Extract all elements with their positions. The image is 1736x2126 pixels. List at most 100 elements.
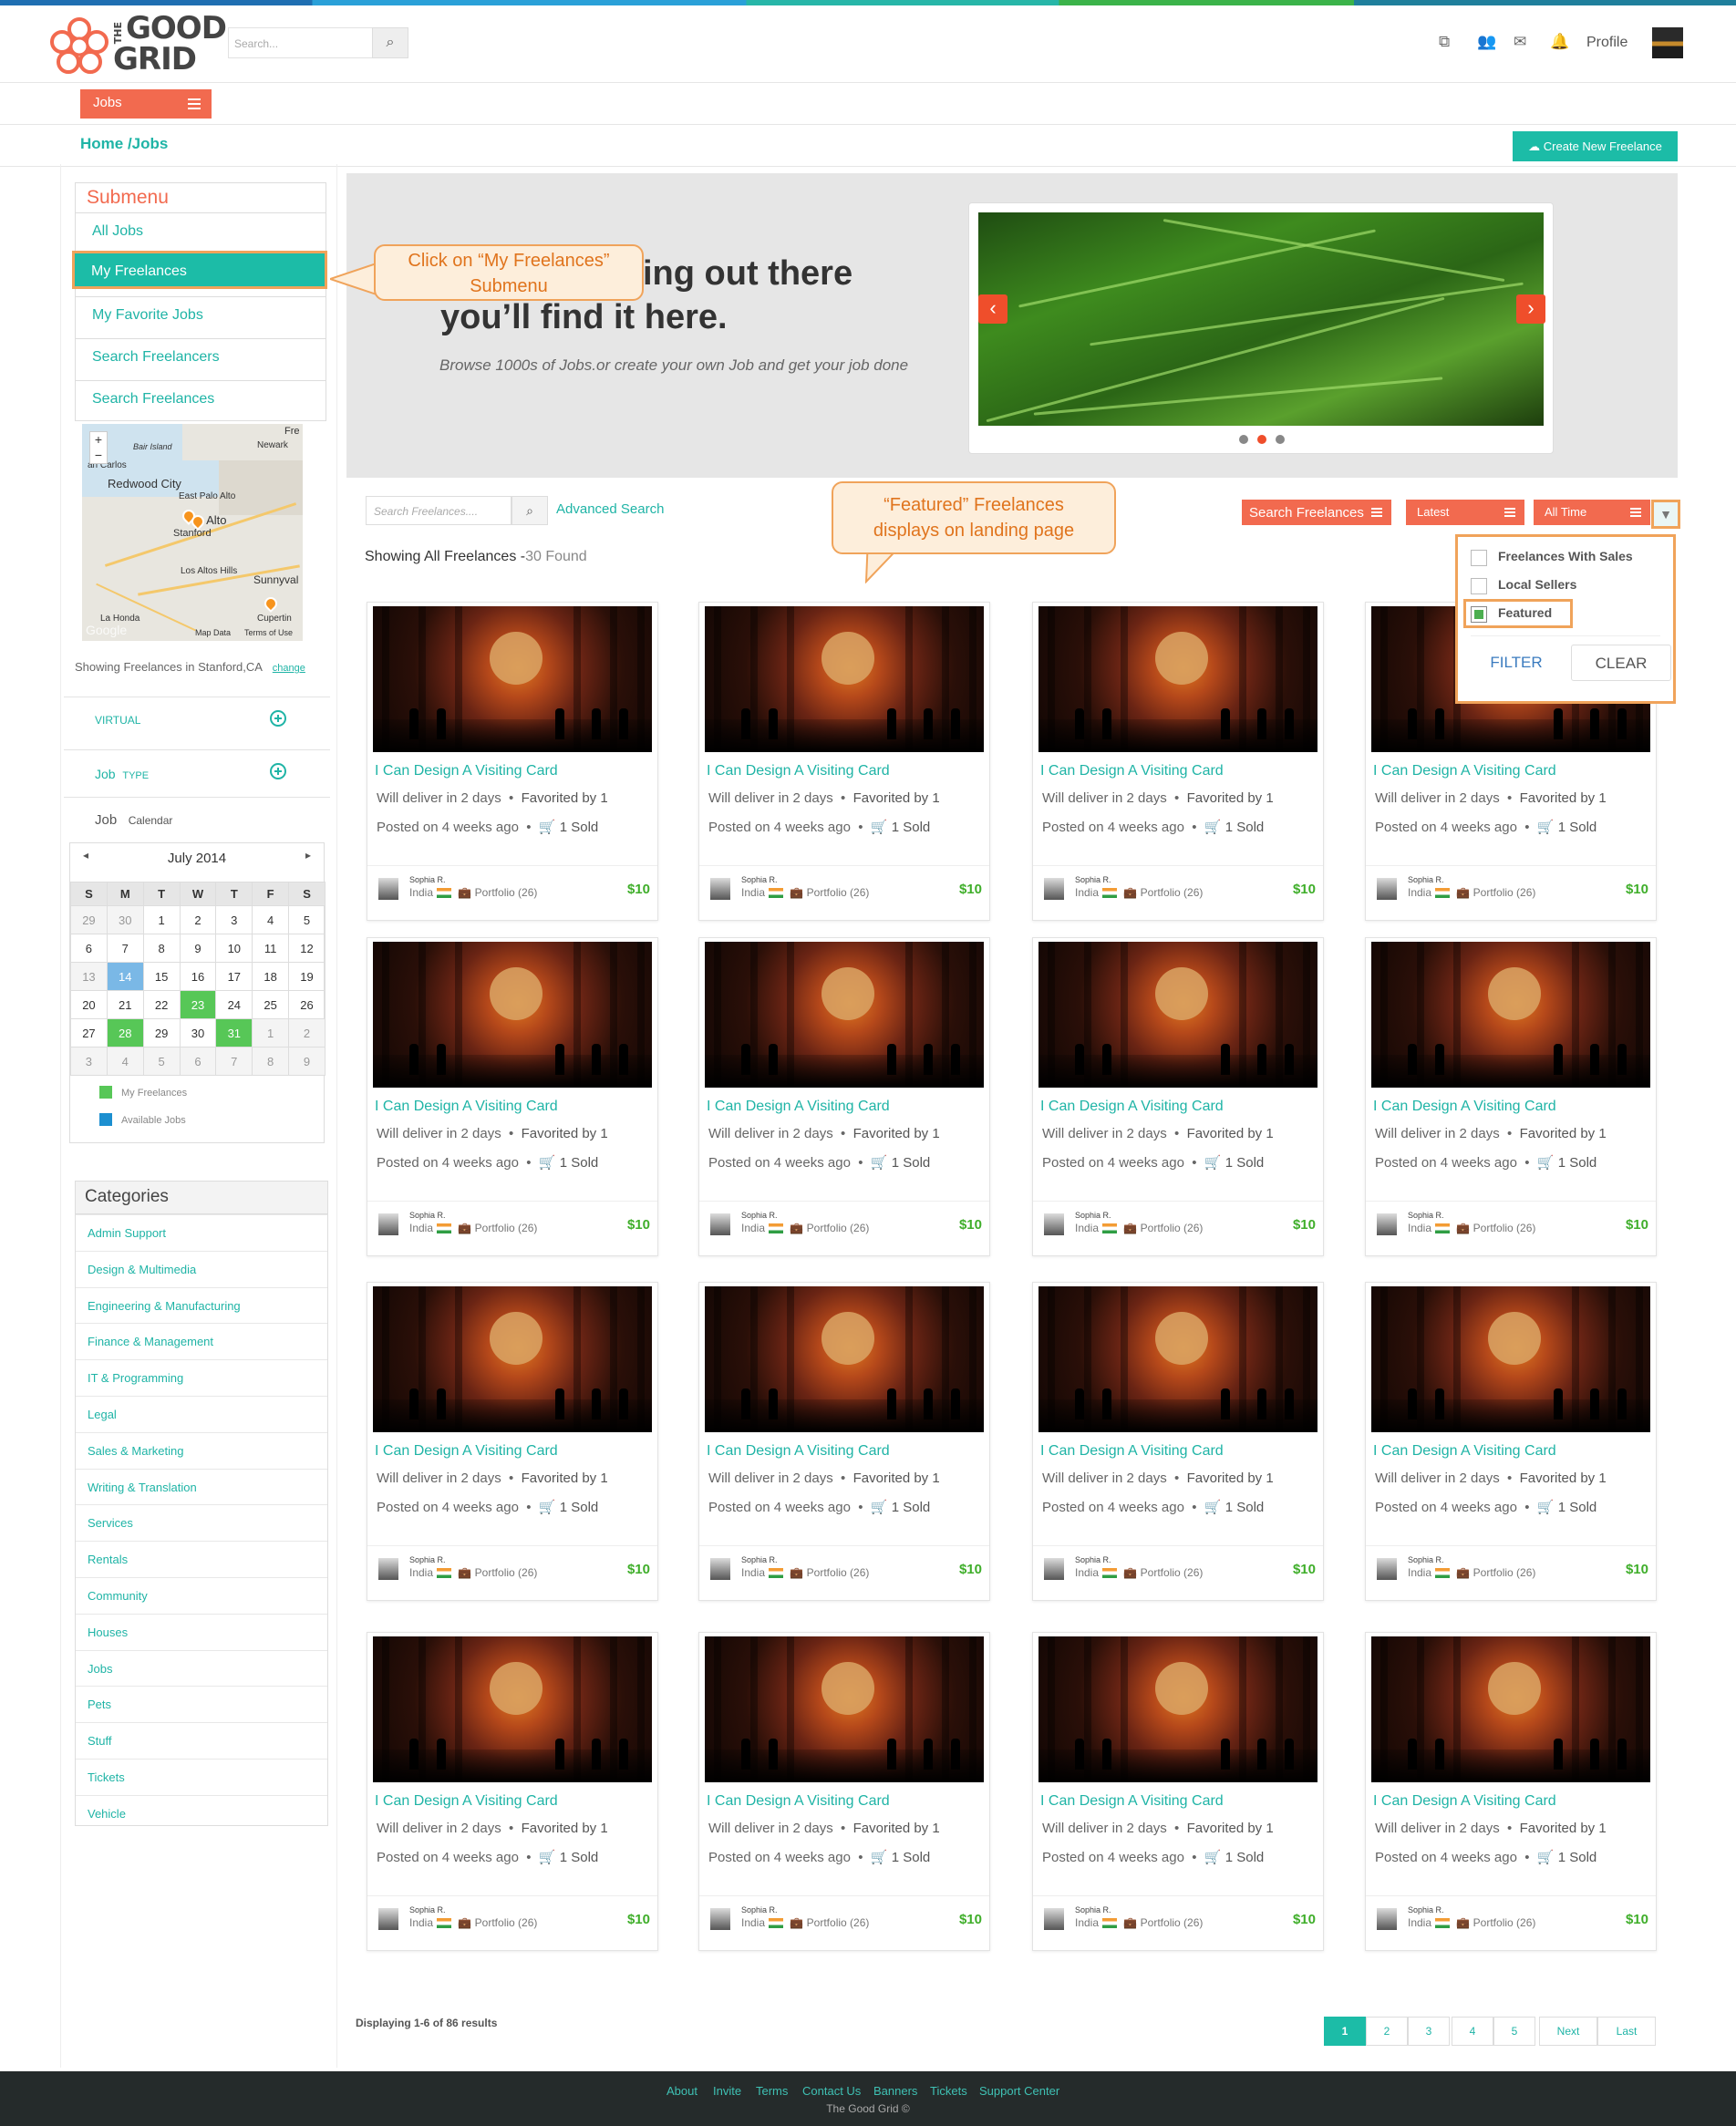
submenu-item-search-freelancers[interactable]: Search Freelancers <box>76 338 326 377</box>
card-image[interactable] <box>1371 942 1650 1088</box>
calendar-day[interactable]: 3 <box>215 905 253 934</box>
category-item[interactable]: Engineering & Manufacturing <box>76 1286 327 1324</box>
freelance-card[interactable]: I Can Design A Visiting Card Will deliver… <box>1365 1632 1657 1951</box>
seller-avatar[interactable] <box>710 878 730 900</box>
avatar[interactable] <box>1652 27 1683 58</box>
calendar-day[interactable]: 7 <box>215 1047 253 1076</box>
slider-dot-active[interactable] <box>1257 435 1266 444</box>
seller-name[interactable]: Sophia R. <box>1408 1555 1444 1564</box>
category-item[interactable]: Rentals <box>76 1541 327 1577</box>
seller-avatar[interactable] <box>710 1558 730 1580</box>
calendar-day[interactable]: 14 <box>106 962 144 991</box>
filter-funnel-button[interactable]: ▼ <box>1651 500 1680 529</box>
card-image[interactable] <box>373 1636 652 1782</box>
freelance-card[interactable]: I Can Design A Visiting Card Will deliver… <box>698 1632 990 1951</box>
category-item[interactable]: Writing & Translation <box>76 1468 327 1505</box>
calendar-day[interactable]: 6 <box>70 934 108 963</box>
calendar-day[interactable]: 21 <box>106 990 144 1019</box>
seller-name[interactable]: Sophia R. <box>409 1555 446 1564</box>
seller-avatar[interactable] <box>1044 1908 1064 1930</box>
card-image[interactable] <box>1371 1286 1650 1432</box>
calendar-day[interactable]: 2 <box>179 905 217 934</box>
seller-portfolio[interactable]: Portfolio (26) <box>1473 1222 1536 1234</box>
seller-avatar[interactable] <box>1377 1558 1397 1580</box>
card-image[interactable] <box>373 1286 652 1432</box>
card-title[interactable]: I Can Design A Visiting Card <box>1373 763 1556 779</box>
submenu-item-my-freelances[interactable]: My Freelances <box>72 251 327 289</box>
seller-portfolio[interactable]: Portfolio (26) <box>807 1222 870 1234</box>
calendar-day[interactable]: 29 <box>70 905 108 934</box>
seller-portfolio[interactable]: Portfolio (26) <box>807 886 870 899</box>
slider-dot[interactable] <box>1239 435 1248 444</box>
calendar-day[interactable]: 5 <box>288 905 326 934</box>
freelance-card[interactable]: I Can Design A Visiting Card Will deliver… <box>1032 937 1324 1256</box>
card-image[interactable] <box>1038 1636 1318 1782</box>
change-location-link[interactable]: change <box>273 663 305 674</box>
calendar-day[interactable]: 27 <box>70 1018 108 1048</box>
page-button-2[interactable]: 2 <box>1366 2017 1408 2046</box>
freelance-search-input[interactable]: Search Freelances.... <box>366 496 512 525</box>
card-title[interactable]: I Can Design A Visiting Card <box>375 763 558 779</box>
seller-portfolio[interactable]: Portfolio (26) <box>475 1916 538 1929</box>
calendar-day[interactable]: 23 <box>179 990 217 1019</box>
category-item[interactable]: Houses <box>76 1613 327 1650</box>
seller-name[interactable]: Sophia R. <box>1075 875 1111 884</box>
card-title[interactable]: I Can Design A Visiting Card <box>1040 763 1224 779</box>
calendar-day[interactable]: 20 <box>70 990 108 1019</box>
category-item[interactable]: Sales & Marketing <box>76 1431 327 1469</box>
calendar-day[interactable]: 29 <box>142 1018 181 1048</box>
card-image[interactable] <box>1038 1286 1318 1432</box>
calendar-day[interactable]: 3 <box>70 1047 108 1076</box>
calendar-day[interactable]: 10 <box>215 934 253 963</box>
header-search-button[interactable]: ⌕ <box>372 27 408 58</box>
card-image[interactable] <box>705 1636 984 1782</box>
seller-avatar[interactable] <box>1377 1908 1397 1930</box>
calendar-day[interactable]: 30 <box>179 1018 217 1048</box>
calendar-day[interactable]: 8 <box>252 1047 290 1076</box>
freelance-card[interactable]: I Can Design A Visiting Card Will deliver… <box>698 1282 990 1601</box>
card-title[interactable]: I Can Design A Visiting Card <box>375 1099 558 1115</box>
calendar-day[interactable]: 2 <box>288 1018 326 1048</box>
calendar-day[interactable]: 24 <box>215 990 253 1019</box>
seller-name[interactable]: Sophia R. <box>1075 1905 1111 1914</box>
bell-icon[interactable]: 🔔 <box>1550 33 1569 51</box>
header-search-input[interactable]: Search... <box>228 27 374 58</box>
calendar-day[interactable]: 22 <box>142 990 181 1019</box>
seller-name[interactable]: Sophia R. <box>1075 1211 1111 1220</box>
seller-portfolio[interactable]: Portfolio (26) <box>1473 886 1536 899</box>
category-item[interactable]: Tickets <box>76 1759 327 1795</box>
card-title[interactable]: I Can Design A Visiting Card <box>707 1099 890 1115</box>
advanced-search-link[interactable]: Advanced Search <box>556 501 664 517</box>
footer-link[interactable]: About <box>666 2084 698 2098</box>
page-button-last[interactable]: Last <box>1597 2017 1656 2046</box>
seller-portfolio[interactable]: Portfolio (26) <box>1473 1566 1536 1579</box>
card-title[interactable]: I Can Design A Visiting Card <box>1040 1793 1224 1810</box>
card-title[interactable]: I Can Design A Visiting Card <box>375 1443 558 1460</box>
jobs-menu-button[interactable]: Jobs <box>80 89 212 119</box>
freelance-search-button[interactable]: ⌕ <box>512 496 548 525</box>
calendar-day[interactable]: 5 <box>142 1047 181 1076</box>
card-image[interactable] <box>705 1286 984 1432</box>
external-link-icon[interactable]: ⧉ <box>1439 33 1450 51</box>
calendar-day[interactable]: 15 <box>142 962 181 991</box>
seller-portfolio[interactable]: Portfolio (26) <box>1141 1222 1204 1234</box>
seller-portfolio[interactable]: Portfolio (26) <box>475 886 538 899</box>
submenu-item-search-freelances[interactable]: Search Freelances <box>76 380 326 418</box>
seller-name[interactable]: Sophia R. <box>741 1905 778 1914</box>
card-title[interactable]: I Can Design A Visiting Card <box>1040 1099 1224 1115</box>
card-image[interactable] <box>1038 606 1318 752</box>
calendar-day[interactable]: 6 <box>179 1047 217 1076</box>
calendar-day[interactable]: 1 <box>142 905 181 934</box>
slider-dot[interactable] <box>1276 435 1285 444</box>
seller-avatar[interactable] <box>1377 1213 1397 1235</box>
calendar-day[interactable]: 28 <box>106 1018 144 1048</box>
seller-name[interactable]: Sophia R. <box>1408 1211 1444 1220</box>
seller-name[interactable]: Sophia R. <box>741 1555 778 1564</box>
seller-portfolio[interactable]: Portfolio (26) <box>475 1566 538 1579</box>
filter-job-type[interactable]: Job TYPE <box>64 749 330 797</box>
calendar-day[interactable]: 4 <box>106 1047 144 1076</box>
card-title[interactable]: I Can Design A Visiting Card <box>1040 1443 1224 1460</box>
seller-name[interactable]: Sophia R. <box>409 1905 446 1914</box>
seller-avatar[interactable] <box>710 1908 730 1930</box>
seller-avatar[interactable] <box>378 1213 398 1235</box>
